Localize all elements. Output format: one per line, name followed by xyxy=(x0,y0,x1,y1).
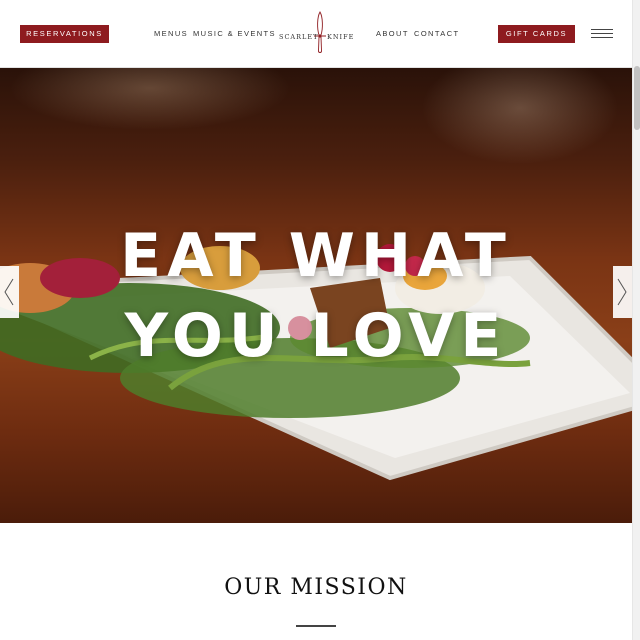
reservations-button[interactable]: RESERVATIONS xyxy=(20,25,109,43)
hero-headline: EAT WHAT YOU LOVE xyxy=(0,216,632,376)
chevron-left-icon xyxy=(4,278,14,306)
chevron-right-icon xyxy=(617,278,627,306)
slider-prev-button[interactable] xyxy=(0,266,19,318)
hero-headline-line1: EAT WHAT xyxy=(120,221,512,291)
logo-word-knife: KNIFE xyxy=(327,33,355,41)
scrollbar-thumb[interactable] xyxy=(634,66,640,130)
mission-divider xyxy=(296,625,336,627)
nav-link-music-events[interactable]: MUSIC & EVENTS xyxy=(193,29,276,38)
site-header: RESERVATIONS MENUS MUSIC & EVENTS SCARLE… xyxy=(0,0,632,68)
hero-banner: EAT WHAT YOU LOVE xyxy=(0,68,632,523)
nav-link-menus[interactable]: MENUS xyxy=(154,29,188,38)
slider-next-button[interactable] xyxy=(613,266,632,318)
logo-word-scarlet: SCARLET xyxy=(279,33,319,41)
mission-heading: OUR MISSION xyxy=(224,575,408,600)
nav-link-about[interactable]: ABOUT xyxy=(376,29,409,38)
nav-link-contact[interactable]: CONTACT xyxy=(414,29,460,38)
page-scrollbar[interactable] xyxy=(632,0,640,640)
hamburger-icon[interactable] xyxy=(591,29,613,39)
hero-headline-line2: YOU LOVE xyxy=(124,301,508,371)
site-logo[interactable]: SCARLET KNIFE xyxy=(276,11,358,55)
gift-cards-button[interactable]: GIFT CARDS xyxy=(498,25,575,43)
